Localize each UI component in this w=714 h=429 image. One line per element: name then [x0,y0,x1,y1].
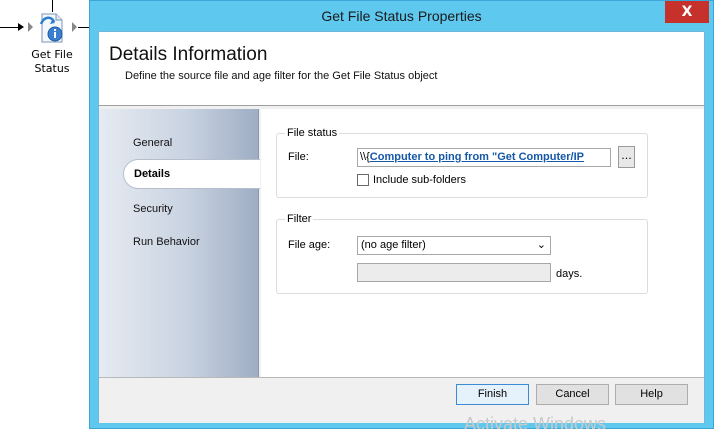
published-data-link[interactable]: Computer to ping from "Get Computer/IP [370,151,584,163]
file-age-dropdown[interactable]: (no age filter) ⌄ [357,236,551,255]
help-button[interactable]: Help [615,384,688,405]
input-connector-icon[interactable] [28,22,33,32]
sidebar-item-run-behavior[interactable]: Run Behavior [133,236,200,248]
file-info-icon [39,13,63,43]
sidebar-nav: General Details Security Run Behavior [99,109,260,377]
dialog-client-area: Details Information Define the source fi… [98,31,705,429]
include-subfolders-checkbox[interactable] [357,174,369,186]
file-label: File: [288,151,309,163]
details-header: Details Information Define the source fi… [99,32,704,106]
page-description: Define the source file and age filter fo… [125,70,438,82]
dialog-titlebar[interactable]: Get File Status Properties X [90,1,713,31]
finish-button[interactable]: Finish [456,384,529,405]
cancel-button[interactable]: Cancel [536,384,609,405]
file-path-field[interactable]: \\{Computer to ping from "Get Computer/I… [357,148,611,167]
file-status-group-title: File status [285,127,340,139]
connector-line-top [52,0,53,12]
file-age-value: (no age filter) [361,239,426,251]
incoming-arrow-icon [18,23,24,31]
activation-watermark: Activate Windows [464,414,607,429]
file-status-group: File status File: \\{Computer to ping fr… [276,127,648,198]
sidebar-item-security[interactable]: Security [133,203,173,215]
days-input[interactable] [357,263,551,282]
details-panel: File status File: \\{Computer to ping fr… [261,109,704,377]
chevron-down-icon: ⌄ [536,239,546,251]
sidebar-item-label: Details [134,168,171,180]
runbook-canvas: Get File Status [0,0,100,429]
filter-group: Filter File age: (no age filter) ⌄ days. [276,213,648,294]
dialog-footer: Finish Cancel Help Activate Windows [99,377,704,429]
browse-button[interactable]: ... [618,146,635,168]
page-title: Details Information [109,44,268,65]
days-label: days. [556,268,583,280]
include-subfolders-label: Include sub-folders [373,174,466,186]
sidebar-item-details[interactable]: Details [123,159,260,189]
properties-dialog: Get File Status Properties X Details Inf… [89,0,714,429]
file-path-prefix: \\{ [360,151,370,163]
close-button[interactable]: X [665,1,709,23]
output-connector-icon[interactable] [72,22,77,32]
dialog-title: Get File Status Properties [321,8,482,24]
sidebar-item-general[interactable]: General [133,137,172,149]
filter-group-title: Filter [285,213,314,225]
activity-label: Get File Status [31,48,73,75]
file-age-label: File age: [288,239,331,251]
